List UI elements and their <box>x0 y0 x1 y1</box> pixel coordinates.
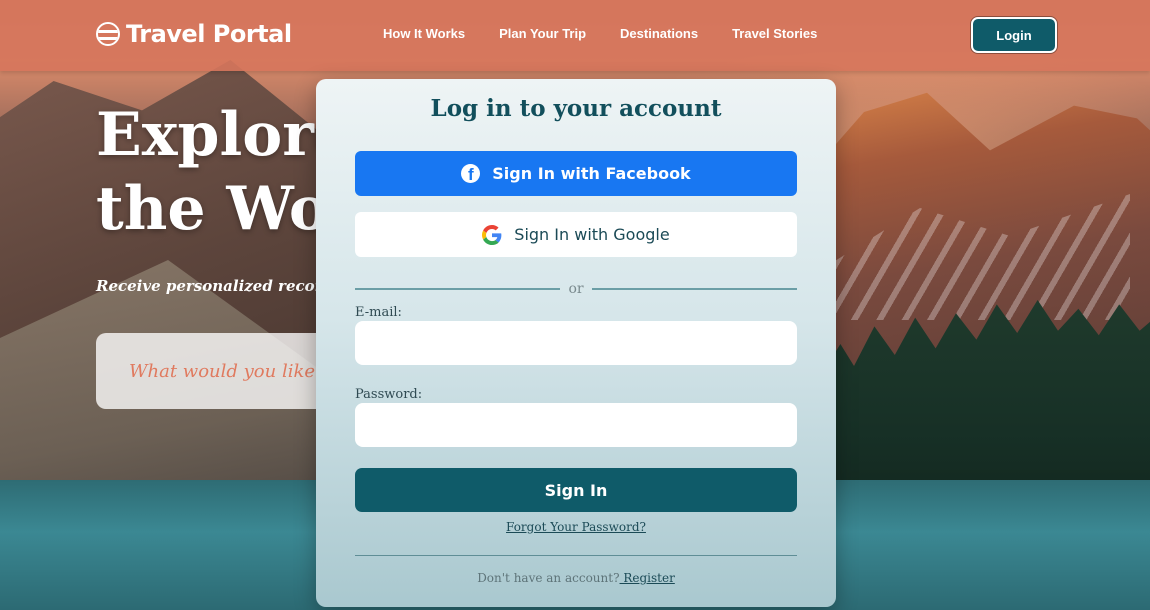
divider-line-left <box>355 288 561 290</box>
divider-or-text: or <box>568 281 584 297</box>
register-link[interactable]: Register <box>620 571 674 585</box>
modal-title: Log in to your account <box>430 95 722 122</box>
password-label: Password: <box>355 387 423 402</box>
globe-icon <box>96 22 120 46</box>
forgot-password-row: Forgot Your Password? <box>316 518 836 536</box>
facebook-icon: f <box>461 164 481 183</box>
nav-destinations[interactable]: Destinations <box>620 26 698 41</box>
site-header: Travel Portal How It Works Plan Your Tri… <box>0 0 1150 71</box>
forgot-password-link[interactable]: Forgot Your Password? <box>506 520 646 534</box>
login-button[interactable]: Login <box>971 17 1057 53</box>
hero-title: Explore the Wo <box>96 100 353 244</box>
register-row: Don't have an account? Register <box>316 571 836 585</box>
nav-plan-your-trip[interactable]: Plan Your Trip <box>499 26 586 41</box>
facebook-signin-button[interactable]: f Sign In with Facebook <box>355 151 797 196</box>
main-nav: How It Works Plan Your Trip Destinations… <box>383 26 851 41</box>
facebook-signin-label: Sign In with Facebook <box>492 164 691 183</box>
google-signin-label: Sign In with Google <box>514 225 670 244</box>
nav-travel-stories[interactable]: Travel Stories <box>732 26 817 41</box>
logo-text: Travel Portal <box>126 20 292 48</box>
login-modal: Log in to your account f Sign In with Fa… <box>316 79 836 607</box>
footer-separator <box>355 555 797 556</box>
signin-button[interactable]: Sign In <box>355 468 797 512</box>
password-field[interactable] <box>355 403 797 447</box>
email-label: E-mail: <box>355 305 402 320</box>
divider-line-right <box>591 288 797 290</box>
logo[interactable]: Travel Portal <box>96 18 292 50</box>
email-field[interactable] <box>355 321 797 365</box>
google-icon <box>482 224 502 245</box>
register-prompt: Don't have an account? <box>477 571 620 585</box>
or-divider: or <box>355 280 797 298</box>
nav-how-it-works[interactable]: How It Works <box>383 26 465 41</box>
hero-search-placeholder: What would you like to <box>129 360 339 382</box>
google-signin-button[interactable]: Sign In with Google <box>355 212 797 257</box>
